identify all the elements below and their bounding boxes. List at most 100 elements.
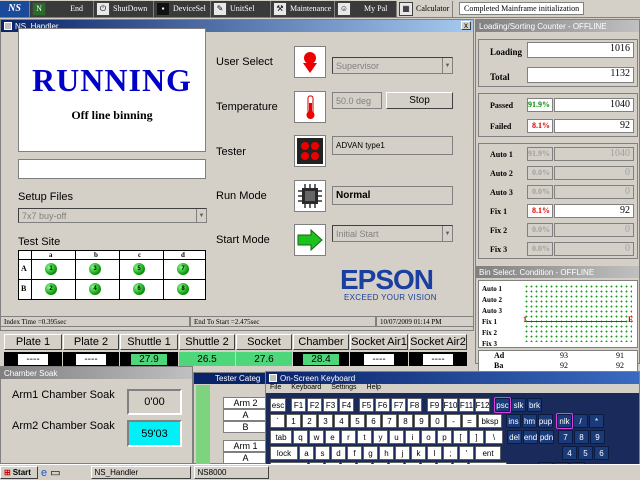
task-ns8000[interactable]: NS8000 <box>193 466 269 479</box>
key-s[interactable]: s <box>315 446 330 460</box>
key-backtick[interactable]: ` <box>270 414 285 428</box>
key-quote[interactable]: ' <box>459 446 474 460</box>
key-4[interactable]: 4 <box>334 414 349 428</box>
quicklaunch-desktop-icon[interactable]: ▭ <box>50 466 60 479</box>
key-5[interactable]: 5 <box>578 446 593 460</box>
key-F4[interactable]: F4 <box>339 398 354 412</box>
user-select-icon[interactable] <box>294 46 326 78</box>
key-9[interactable]: 9 <box>414 414 429 428</box>
key-7[interactable]: 7 <box>558 430 573 444</box>
devicesel-button[interactable]: ▪ DeviceSel <box>154 0 211 17</box>
key-0[interactable]: 0 <box>430 414 445 428</box>
key-q[interactable]: q <box>293 430 308 444</box>
arrow-right-icon[interactable] <box>294 224 326 256</box>
site-4[interactable]: 4 <box>89 283 101 295</box>
key-k[interactable]: k <box>411 446 426 460</box>
key-esc[interactable]: esc <box>270 398 286 412</box>
key-o[interactable]: o <box>421 430 436 444</box>
end-button[interactable]: N End <box>30 0 94 17</box>
maintenance-button[interactable]: ⚒ Maintenance <box>271 0 335 17</box>
key-del[interactable]: del <box>507 430 522 444</box>
key-asterisk[interactable]: * <box>589 414 604 428</box>
menu-file[interactable]: File <box>270 384 281 391</box>
key-y[interactable]: y <box>373 430 388 444</box>
calculator-button[interactable]: ▦ Calculator <box>397 0 453 17</box>
key-6[interactable]: 6 <box>594 446 609 460</box>
key-u[interactable]: u <box>389 430 404 444</box>
key-hm[interactable]: hm <box>522 414 537 428</box>
key-tab[interactable]: tab <box>270 430 292 444</box>
site-1[interactable]: 1 <box>45 263 57 275</box>
key-semicolon[interactable]: ; <box>443 446 458 460</box>
key-5[interactable]: 5 <box>350 414 365 428</box>
key-F2[interactable]: F2 <box>307 398 322 412</box>
key-pdn[interactable]: pdn <box>539 430 554 444</box>
key-F3[interactable]: F3 <box>323 398 338 412</box>
key-f[interactable]: f <box>347 446 362 460</box>
key-i[interactable]: i <box>405 430 420 444</box>
key-lock[interactable]: lock <box>270 446 298 460</box>
site-6[interactable]: 6 <box>133 283 145 295</box>
key-a[interactable]: a <box>299 446 314 460</box>
site-3[interactable]: 3 <box>89 263 101 275</box>
shutdown-button[interactable]: ⏻ ShutDown <box>94 0 154 17</box>
key-ent[interactable]: ent <box>475 446 501 460</box>
start-mode-combo[interactable]: Initial Start ▼ <box>332 225 453 242</box>
key-r[interactable]: r <box>341 430 356 444</box>
key-l[interactable]: l <box>427 446 442 460</box>
key-2[interactable]: 2 <box>302 414 317 428</box>
key-F7[interactable]: F7 <box>391 398 406 412</box>
key-F9[interactable]: F9 <box>427 398 442 412</box>
key-slk[interactable]: slk <box>511 398 526 412</box>
key-equals[interactable]: = <box>462 414 477 428</box>
key-3[interactable]: 3 <box>318 414 333 428</box>
site-8[interactable]: 8 <box>177 283 189 295</box>
mypal-button[interactable]: ☺ My Pal <box>335 0 397 17</box>
key-F6[interactable]: F6 <box>375 398 390 412</box>
key-rbracket[interactable]: ] <box>469 430 484 444</box>
menu-help[interactable]: Help <box>367 384 381 391</box>
key-d[interactable]: d <box>331 446 346 460</box>
key-7[interactable]: 7 <box>382 414 397 428</box>
task-ns-handler[interactable]: NS_Handler <box>90 466 191 479</box>
key-nlk[interactable]: nlk <box>556 413 573 429</box>
quicklaunch-ie-icon[interactable]: e <box>41 467 47 479</box>
key-F12[interactable]: F12 <box>475 398 490 412</box>
site-5[interactable]: 5 <box>133 263 145 275</box>
menu-settings[interactable]: Settings <box>331 384 356 391</box>
key-slash[interactable]: / <box>573 414 588 428</box>
key-h[interactable]: h <box>379 446 394 460</box>
key-F5[interactable]: F5 <box>359 398 374 412</box>
user-select-combo[interactable]: Supervisor ▼ <box>332 57 453 74</box>
key-F8[interactable]: F8 <box>407 398 422 412</box>
key-bksp[interactable]: bksp <box>478 414 502 428</box>
key-end[interactable]: end <box>523 430 538 444</box>
key-w[interactable]: w <box>309 430 324 444</box>
key-4[interactable]: 4 <box>562 446 577 460</box>
site-2[interactable]: 2 <box>45 283 57 295</box>
key-e[interactable]: e <box>325 430 340 444</box>
key-ins[interactable]: ins <box>506 414 521 428</box>
unitsel-button[interactable]: ✎ UnitSel <box>211 0 271 17</box>
setup-files-select[interactable]: 7x7 buy-off ▼ <box>18 208 207 223</box>
key-1[interactable]: 1 <box>286 414 301 428</box>
key-t[interactable]: t <box>357 430 372 444</box>
key-brk[interactable]: brk <box>527 398 542 412</box>
menu-keyboard[interactable]: Keyboard <box>291 384 321 391</box>
key-F1[interactable]: F1 <box>291 398 306 412</box>
key-psc[interactable]: psc <box>494 397 511 413</box>
stop-button[interactable]: Stop <box>386 92 453 109</box>
key-p[interactable]: p <box>437 430 452 444</box>
key-9[interactable]: 9 <box>590 430 605 444</box>
site-7[interactable]: 7 <box>177 263 189 275</box>
key-lbracket[interactable]: [ <box>453 430 468 444</box>
key-8[interactable]: 8 <box>574 430 589 444</box>
key-backslash[interactable]: \ <box>485 430 503 444</box>
key-minus[interactable]: - <box>446 414 461 428</box>
key-8[interactable]: 8 <box>398 414 413 428</box>
start-button[interactable]: ⊞ Start <box>0 466 38 479</box>
key-F10[interactable]: F10 <box>443 398 458 412</box>
key-pup[interactable]: pup <box>538 414 553 428</box>
key-F11[interactable]: F11 <box>459 398 474 412</box>
key-6[interactable]: 6 <box>366 414 381 428</box>
